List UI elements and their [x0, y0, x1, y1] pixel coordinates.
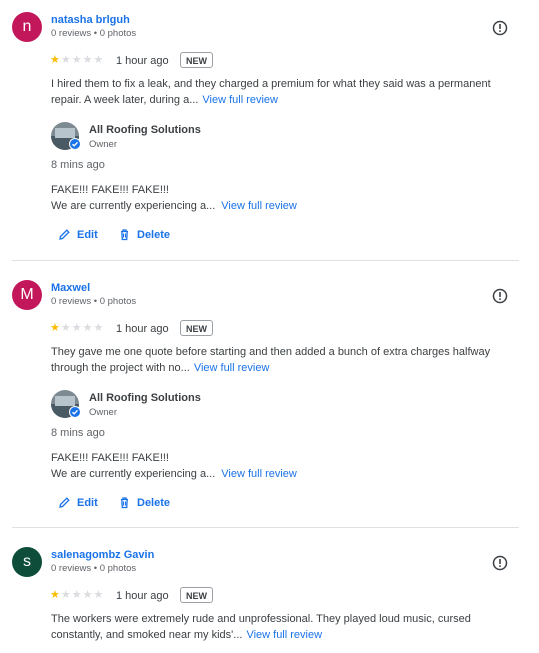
pencil-icon	[59, 497, 70, 508]
star-empty-icon: ★	[93, 589, 104, 601]
report-flag-icon[interactable]	[492, 20, 508, 36]
reply-time: 8 mins ago	[51, 159, 105, 171]
reply-line: We are currently experiencing a... View f…	[51, 466, 521, 482]
reply-time: 8 mins ago	[51, 427, 105, 439]
view-full-reply-link[interactable]: View full review	[215, 468, 297, 480]
owner-role: Owner	[89, 139, 117, 150]
view-full-reply-link[interactable]: View full review	[215, 200, 297, 212]
report-flag-icon[interactable]	[492, 555, 508, 571]
review-text-line: They gave me one quote before starting a…	[51, 346, 491, 358]
view-full-review-link[interactable]: View full review	[190, 362, 270, 374]
view-full-review-link[interactable]: View full review	[198, 94, 278, 106]
reply-line2: We are currently experiencing a...	[51, 468, 216, 480]
reply-line: We are currently experiencing a... View f…	[51, 198, 521, 214]
verified-check-icon	[69, 406, 81, 418]
star-empty-icon: ★	[71, 589, 82, 601]
star-empty-icon: ★	[82, 54, 93, 66]
reviewer-name[interactable]: Maxwel	[51, 282, 90, 294]
star-rating: ★ ★ ★ ★ ★	[50, 323, 103, 334]
report-flag-icon[interactable]	[492, 288, 508, 304]
avatar[interactable]: n	[12, 12, 42, 42]
edit-label: Edit	[77, 228, 98, 241]
owner-reply-text: FAKE!!! FAKE!!! FAKE!!! We are currently…	[51, 182, 521, 214]
review-text-line2: repair. A week later, during a...	[51, 94, 199, 106]
avatar-letter: M	[20, 286, 34, 303]
view-full-review-link[interactable]: View full review	[242, 629, 322, 641]
star-empty-icon: ★	[60, 589, 71, 601]
new-badge: NEW	[180, 52, 213, 68]
review-text-line2: constantly, and smoked near my kids'...	[51, 629, 243, 641]
review-text: I hired them to fix a leak, and they cha…	[51, 76, 521, 108]
star-empty-icon: ★	[93, 322, 104, 334]
divider	[12, 260, 519, 261]
verified-check-icon	[69, 138, 81, 150]
avatar-letter: s	[23, 553, 31, 570]
star-filled-icon: ★	[50, 589, 60, 601]
reviewer-name[interactable]: natasha brlguh	[51, 14, 130, 26]
reply-line: FAKE!!! FAKE!!! FAKE!!!	[51, 184, 169, 196]
reviewer-meta: 0 reviews • 0 photos	[51, 28, 137, 39]
delete-label: Delete	[137, 228, 171, 241]
reply-line: FAKE!!! FAKE!!! FAKE!!!	[51, 452, 169, 464]
trash-icon	[121, 497, 128, 509]
review-text-line2: through the project with no...	[51, 362, 190, 374]
review-text: They gave me one quote before starting a…	[51, 344, 521, 376]
star-empty-icon: ★	[93, 54, 104, 66]
star-empty-icon: ★	[60, 54, 71, 66]
review-text-line: constantly, and smoked near my kids'... V…	[51, 627, 521, 643]
star-empty-icon: ★	[71, 322, 82, 334]
divider	[12, 527, 519, 528]
owner-name: All Roofing Solutions	[89, 124, 201, 136]
avatar-letter: n	[22, 18, 32, 35]
pencil-icon	[59, 229, 70, 240]
delete-label: Delete	[137, 496, 171, 509]
review-text: The workers were extremely rude and unpr…	[51, 611, 521, 643]
review-text-line: repair. A week later, during a... View fu…	[51, 92, 521, 108]
edit-button[interactable]: Edit	[58, 496, 98, 509]
star-empty-icon: ★	[71, 54, 82, 66]
trash-icon	[121, 229, 128, 241]
owner-role: Owner	[89, 407, 117, 418]
owner-name: All Roofing Solutions	[89, 392, 201, 404]
edit-label: Edit	[77, 496, 98, 509]
avatar[interactable]: M	[12, 280, 42, 310]
reviewer-meta: 0 reviews • 0 photos	[51, 296, 137, 307]
reviewer-name[interactable]: salenagombz Gavin	[51, 549, 154, 561]
new-badge: NEW	[180, 320, 213, 336]
avatar[interactable]: s	[12, 547, 42, 577]
reply-line2: We are currently experiencing a...	[51, 200, 216, 212]
star-filled-icon: ★	[50, 322, 60, 334]
review-text-line: through the project with no... View full …	[51, 360, 521, 376]
edit-button[interactable]: Edit	[58, 228, 98, 241]
review-time: 1 hour ago	[116, 590, 169, 602]
star-filled-icon: ★	[50, 54, 60, 66]
review-time: 1 hour ago	[116, 55, 169, 67]
review-text-line: The workers were extremely rude and unpr…	[51, 613, 471, 625]
reviewer-meta: 0 reviews • 0 photos	[51, 563, 137, 574]
review-time: 1 hour ago	[116, 323, 169, 335]
new-badge: NEW	[180, 587, 213, 603]
star-empty-icon: ★	[82, 322, 93, 334]
star-empty-icon: ★	[60, 322, 71, 334]
review-text-line: I hired them to fix a leak, and they cha…	[51, 78, 491, 90]
delete-button[interactable]: Delete	[118, 228, 170, 241]
owner-reply-text: FAKE!!! FAKE!!! FAKE!!! We are currently…	[51, 450, 521, 482]
star-rating: ★ ★ ★ ★ ★	[50, 55, 103, 66]
star-empty-icon: ★	[82, 589, 93, 601]
star-rating: ★ ★ ★ ★ ★	[50, 590, 103, 601]
delete-button[interactable]: Delete	[118, 496, 170, 509]
